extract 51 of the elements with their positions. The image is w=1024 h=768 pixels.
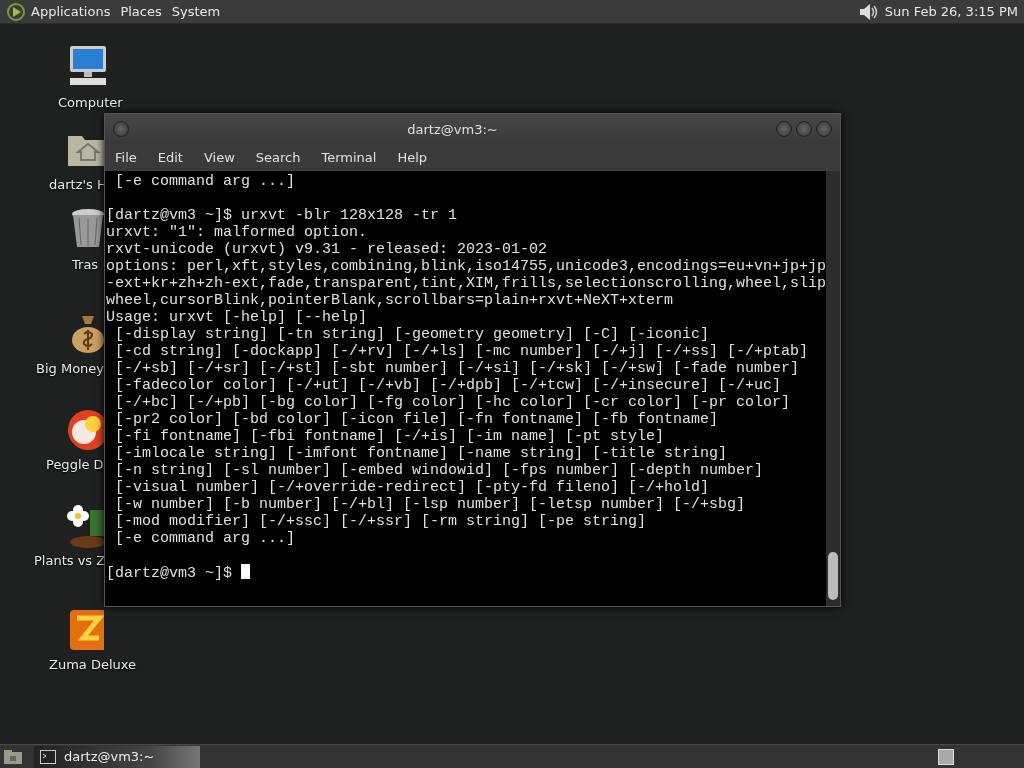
terminal-line: [-e command arg ...] <box>114 173 297 190</box>
desktop-icon-label[interactable]: Big Money <box>36 361 104 376</box>
scrollbar[interactable] <box>826 171 840 606</box>
menu-item[interactable]: File <box>107 150 145 165</box>
panel-menu[interactable]: Places <box>115 4 167 19</box>
terminal-line: [-w number] [-b number] [-/+bl] [-lsp number] [-letsp number] [-/+sbg] <box>114 496 747 513</box>
desktop-icon-label[interactable]: Tras <box>72 257 99 272</box>
menu-item[interactable]: View <box>195 150 243 165</box>
logo-icon[interactable] <box>6 1 26 22</box>
desktop-icon-label[interactable]: Computer <box>58 95 123 110</box>
text-cursor <box>241 564 251 579</box>
terminal-line: [-fi fontname] [-fbi fontname] [-/+is] [-im name] [-pt style] <box>114 428 666 445</box>
panel-menu[interactable]: Applications <box>26 4 116 19</box>
scrollbar-thumb[interactable] <box>828 552 838 600</box>
desktop-icon-label[interactable]: Zuma Deluxe <box>49 657 137 672</box>
terminal-line: urxvt: "1": malformed option. <box>106 224 369 241</box>
terminal-line: rxvt-unicode (urxvt) v9.31 - released: 2023-01-02 <box>106 241 549 258</box>
terminal-line: wheel,cursorBlink,pointerBlank,scrollbars=plain+rxvt+NeXT+xterm <box>106 292 675 309</box>
panel-menu[interactable]: System <box>166 4 226 19</box>
terminal-line: [dartz@vm3 ~]$ urxvt -blr 128x128 -tr 1 <box>106 207 459 224</box>
terminal-line: Usage: urxvt [-help] [--help] <box>106 309 369 326</box>
terminal-line: options: perl,xft,styles,combining,blink,iso14755,unicode3,encodings=eu+vn+jp+jp <box>106 258 826 275</box>
terminal-line: [-visual number] [-/+override-redirect] [-pty-fd fileno] [-/+hold] <box>114 479 711 496</box>
taskbar-button[interactable]: dartz@vm3:~ <box>34 745 200 768</box>
close-button[interactable] <box>816 121 832 137</box>
terminal-line: [-e command arg ...] <box>114 530 297 547</box>
menu-item[interactable]: Help <box>389 150 436 165</box>
window-title: dartz@vm3:~ <box>406 121 499 137</box>
desktop-icon-label[interactable]: Plants vs Z <box>34 553 106 568</box>
clock[interactable]: Sun Feb 26, 3:15 PM <box>884 4 1018 19</box>
terminal-line: [-mod modifier] [-/+ssc] [-/+ssr] [-rm string] [-pe string] <box>114 513 648 530</box>
minimize-button[interactable] <box>776 121 792 137</box>
terminal-line: [-n string] [-sl number] [-embed windowid] [-fps number] [-depth number] <box>114 462 765 479</box>
terminal-prompt: [dartz@vm3 ~]$ <box>106 565 234 582</box>
terminal-line: [-display string] [-tn string] [-geometry geometry] [-C] [-iconic] <box>114 326 711 343</box>
terminal-icon <box>40 749 56 764</box>
terminal-line: [-fadecolor color] [-/+ut] [-/+vb] [-/+dpb] [-/+tcw] [-/+insecure] [-/+uc] <box>114 377 783 394</box>
terminal-line: [-/+bc] [-/+pb] [-bg color] [-fg color] [-hc color] [-cr color] [-pr color] <box>114 394 792 411</box>
maximize-button[interactable] <box>796 121 812 137</box>
terminal-line: [-cd string] [-dockapp] [-/+rv] [-/+ls] [-mc number] [-/+j] [-/+ss] [-/+ptab] <box>114 343 810 360</box>
terminal-line: [-imlocale string] [-imfont fontname] [-name string] [-title string] <box>114 445 729 462</box>
terminal-line: -ext+kr+zh+zh-ext,fade,transparent,tint,XIM,frills,selectionscrolling,wheel,slip <box>106 275 826 292</box>
terminal-line: [-/+sb] [-/+sr] [-/+st] [-sbt number] [-/+si] [-/+sk] [-/+sw] [-fade number] <box>114 360 801 377</box>
menu-item[interactable]: Edit <box>149 150 191 165</box>
workspace-switcher[interactable] <box>938 748 954 765</box>
menu-item[interactable]: Search <box>247 150 309 165</box>
terminal-line: [-pr2 color] [-bd color] [-icon file] [-fn fontname] [-fb fontname] <box>114 411 720 428</box>
menu-item[interactable]: Terminal <box>313 150 385 165</box>
flower-icon[interactable] <box>64 502 104 550</box>
desktop-icon-label[interactable]: Peggle D <box>46 457 104 472</box>
window-menu-button[interactable] <box>113 121 129 137</box>
